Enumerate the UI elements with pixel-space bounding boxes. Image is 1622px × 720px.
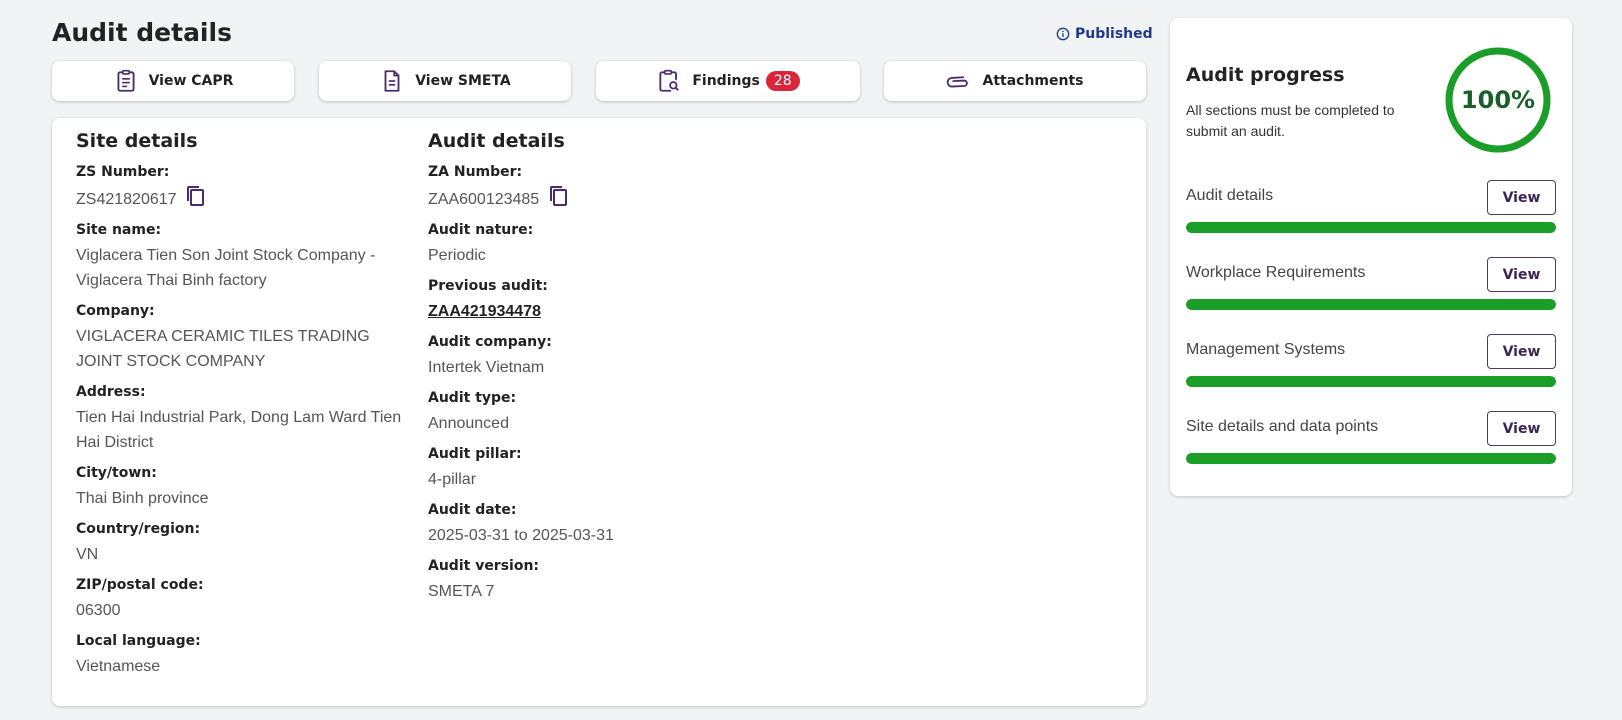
audit-version-label: Audit version: bbox=[428, 558, 540, 574]
status-badge: Published bbox=[1056, 26, 1153, 42]
view-audit-details-button[interactable]: View bbox=[1487, 180, 1556, 215]
zs-number-text: ZS421820617 bbox=[76, 191, 177, 208]
company-value: VIGLACERA CERAMIC TILES TRADING JOINT ST… bbox=[76, 328, 370, 370]
previous-audit-label: Previous audit: bbox=[428, 278, 548, 294]
audit-type-label: Audit type: bbox=[428, 390, 517, 406]
audit-nature-label: Audit nature: bbox=[428, 222, 534, 238]
language-value: Vietnamese bbox=[76, 658, 161, 675]
audit-nature-value: Periodic bbox=[428, 247, 486, 264]
site-details-section: Site details ZS Number: ZS421820617 Site… bbox=[76, 128, 406, 687]
progress-row-label: Site details and data points bbox=[1186, 418, 1379, 435]
details-card: Site details ZS Number: ZS421820617 Site… bbox=[52, 118, 1146, 706]
audit-type-value: Announced bbox=[428, 415, 509, 432]
progress-bar bbox=[1186, 453, 1556, 464]
audit-progress-card: Audit progress All sections must be comp… bbox=[1170, 18, 1572, 496]
audit-company-label: Audit company: bbox=[428, 334, 552, 350]
zs-number-label: ZS Number: bbox=[76, 164, 170, 180]
info-icon bbox=[1056, 27, 1070, 41]
attachments-label: Attachments bbox=[982, 73, 1084, 89]
city-label: City/town: bbox=[76, 465, 157, 481]
copy-icon[interactable] bbox=[185, 185, 205, 207]
city-value: Thai Binh province bbox=[76, 490, 209, 507]
view-management-systems-button[interactable]: View bbox=[1487, 334, 1556, 369]
progress-row-label: Workplace Requirements bbox=[1186, 264, 1366, 281]
country-label: Country/region: bbox=[76, 521, 201, 537]
za-number-value: ZAA600123485 bbox=[428, 185, 758, 212]
copy-icon[interactable] bbox=[548, 185, 568, 207]
progress-description: All sections must be completed to submit… bbox=[1186, 102, 1395, 139]
findings-count-badge: 28 bbox=[765, 71, 800, 91]
site-name-label: Site name: bbox=[76, 222, 162, 238]
progress-row-site-details: Site details and data points View bbox=[1186, 411, 1556, 467]
progress-row-label: Audit details bbox=[1186, 187, 1274, 204]
view-smeta-button[interactable]: View SMETA bbox=[319, 61, 571, 101]
progress-bar bbox=[1186, 222, 1556, 233]
status-label: Published bbox=[1075, 26, 1153, 42]
za-number-text: ZAA600123485 bbox=[428, 191, 540, 208]
address-label: Address: bbox=[76, 384, 146, 400]
findings-button[interactable]: Findings 28 bbox=[596, 61, 860, 101]
progress-bar-fill bbox=[1186, 453, 1556, 464]
progress-bar bbox=[1186, 376, 1556, 387]
progress-bar-fill bbox=[1186, 222, 1556, 233]
site-details-title: Site details bbox=[76, 130, 198, 152]
paperclip-icon bbox=[947, 76, 969, 88]
progress-bar-fill bbox=[1186, 376, 1556, 387]
language-label: Local language: bbox=[76, 633, 201, 649]
site-name-value: Viglacera Tien Son Joint Stock Company -… bbox=[76, 247, 376, 289]
progress-row-audit-details: Audit details View bbox=[1186, 180, 1556, 236]
audit-date-label: Audit date: bbox=[428, 502, 517, 518]
address-value: Tien Hai Industrial Park, Dong Lam Ward … bbox=[76, 409, 402, 451]
audit-page: Audit details Published View CAPR View S… bbox=[0, 0, 1622, 720]
audit-details-title: Audit details bbox=[428, 130, 565, 152]
zs-number-value: ZS421820617 bbox=[76, 185, 406, 212]
country-value: VN bbox=[76, 546, 99, 563]
progress-row-label: Management Systems bbox=[1186, 341, 1346, 358]
view-capr-label: View CAPR bbox=[148, 73, 234, 89]
progress-row-management-systems: Management Systems View bbox=[1186, 334, 1556, 390]
za-number-label: ZA Number: bbox=[428, 164, 523, 180]
progress-bar-fill bbox=[1186, 299, 1556, 310]
audit-details-section: Audit details ZA Number: ZAA600123485 Au… bbox=[428, 128, 758, 612]
view-site-details-button[interactable]: View bbox=[1487, 411, 1556, 446]
audit-date-value: 2025-03-31 to 2025-03-31 bbox=[428, 527, 614, 544]
audit-company-value: Intertek Vietnam bbox=[428, 359, 545, 376]
attachments-button[interactable]: Attachments bbox=[884, 61, 1146, 101]
clipboard-search-icon bbox=[659, 69, 680, 92]
view-workplace-requirements-button[interactable]: View bbox=[1487, 257, 1556, 292]
document-icon bbox=[384, 70, 400, 92]
action-bar: View CAPR View SMETA Findings 28 Attachm… bbox=[52, 61, 1146, 101]
zip-label: ZIP/postal code: bbox=[76, 577, 204, 593]
audit-pillar-value: 4-pillar bbox=[428, 471, 477, 488]
previous-audit-link[interactable]: ZAA421934478 bbox=[428, 299, 758, 324]
clipboard-list-icon bbox=[117, 69, 135, 92]
audit-pillar-label: Audit pillar: bbox=[428, 446, 522, 462]
view-capr-button[interactable]: View CAPR bbox=[52, 61, 294, 101]
view-smeta-label: View SMETA bbox=[415, 73, 511, 89]
progress-row-workplace-requirements: Workplace Requirements View bbox=[1186, 257, 1556, 313]
page-title: Audit details bbox=[52, 18, 232, 47]
company-label: Company: bbox=[76, 303, 155, 319]
findings-label: Findings bbox=[692, 73, 760, 89]
progress-bar bbox=[1186, 299, 1556, 310]
zip-value: 06300 bbox=[76, 602, 121, 619]
progress-title: Audit progress bbox=[1186, 64, 1345, 86]
audit-version-value: SMETA 7 bbox=[428, 583, 495, 600]
progress-percent: 100% bbox=[1460, 86, 1536, 114]
